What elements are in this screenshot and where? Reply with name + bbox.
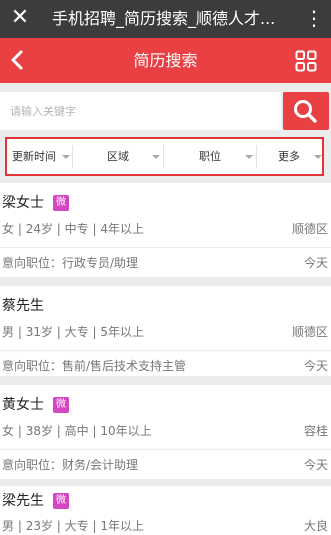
filter-area[interactable]: 区域 [73, 139, 163, 174]
window-title: 手机招聘_简历搜索_顺德人才... [52, 9, 276, 28]
divider [0, 449, 331, 450]
update-time: 今天 [303, 458, 328, 472]
education: 大专 [64, 325, 89, 339]
divider [0, 247, 331, 248]
search-input[interactable] [0, 92, 281, 130]
close-icon[interactable]: ✕ [10, 6, 30, 30]
filter-label: 更新时间 [12, 150, 56, 163]
candidate-location: 顺德区 [291, 222, 328, 236]
experience: 4年以上 [100, 222, 144, 236]
desired-position: 意向职位：财务/会计助理 [2, 458, 139, 472]
divider [0, 350, 331, 351]
filter-position[interactable]: 职位 [164, 139, 256, 174]
resume-card[interactable]: 黄女士 微 女 | 38岁 | 高中 | 10年以上 容桂 意向职位：财务/会计… [0, 385, 331, 479]
gender: 女 [2, 424, 15, 438]
search-button[interactable] [283, 92, 329, 130]
education: 大专 [64, 519, 89, 533]
gender: 男 [2, 519, 15, 533]
experience: 10年以上 [100, 424, 152, 438]
experience: 1年以上 [100, 519, 144, 533]
wechat-badge: 微 [53, 397, 69, 413]
filter-label: 更多 [278, 150, 300, 163]
candidate-meta: 男 | 31岁 | 大专 | 5年以上 [2, 325, 144, 339]
page-title: 简历搜索 [133, 51, 198, 70]
resume-card[interactable]: 蔡先生 男 | 31岁 | 大专 | 5年以上 顺德区 意向职位：售前/售后技术… [0, 286, 331, 376]
caret-down-icon [152, 155, 160, 159]
update-time: 今天 [303, 256, 328, 270]
more-vertical-icon[interactable]: ⋮ [303, 8, 325, 30]
candidate-meta: 女 | 38岁 | 高中 | 10年以上 [2, 424, 152, 438]
search-icon [294, 100, 317, 123]
caret-down-icon [245, 155, 253, 159]
candidate-location: 容桂 [303, 424, 328, 438]
candidate-name: 黄女士 [2, 397, 44, 413]
gender: 男 [2, 325, 15, 339]
age: 38岁 [25, 424, 53, 438]
candidate-location: 顺德区 [291, 325, 328, 339]
grid-icon [295, 50, 317, 72]
caret-down-icon [314, 155, 322, 159]
browser-titlebar: ✕ 手机招聘_简历搜索_顺德人才... ⋮ [0, 0, 331, 38]
update-time: 今天 [303, 359, 328, 373]
filter-label: 职位 [199, 150, 221, 163]
experience: 5年以上 [100, 325, 144, 339]
menu-grid-button[interactable] [295, 50, 317, 72]
candidate-name: 梁女士 [2, 195, 44, 211]
resume-card[interactable]: 梁先生 微 男 | 23岁 | 大专 | 1年以上 大良 [0, 486, 331, 535]
wechat-badge: 微 [53, 195, 69, 211]
filter-label: 区域 [107, 150, 129, 163]
desired-position: 意向职位：售前/售后技术支持主管 [2, 359, 187, 373]
candidate-meta: 男 | 23岁 | 大专 | 1年以上 [2, 519, 144, 533]
candidate-location: 大良 [303, 519, 328, 533]
resume-card[interactable]: 梁女士 微 女 | 24岁 | 中专 | 4年以上 顺德区 意向职位：行政专员/… [0, 183, 331, 277]
caret-down-icon [62, 155, 70, 159]
education: 高中 [64, 424, 89, 438]
gender: 女 [2, 222, 15, 236]
age: 23岁 [25, 519, 53, 533]
age: 24岁 [25, 222, 53, 236]
candidate-name: 蔡先生 [2, 298, 44, 314]
candidate-meta: 女 | 24岁 | 中专 | 4年以上 [2, 222, 144, 236]
filter-bar: 更新时间 区域 职位 更多 [5, 137, 324, 176]
search-bar [0, 92, 331, 132]
filter-more[interactable]: 更多 [257, 139, 322, 174]
page-header: 简历搜索 [0, 38, 331, 83]
desired-position: 意向职位：行政专员/助理 [2, 256, 139, 270]
candidate-name: 梁先生 [2, 493, 44, 509]
filter-update-time[interactable]: 更新时间 [7, 139, 72, 174]
education: 中专 [64, 222, 89, 236]
wechat-badge: 微 [53, 493, 69, 509]
age: 31岁 [25, 325, 53, 339]
